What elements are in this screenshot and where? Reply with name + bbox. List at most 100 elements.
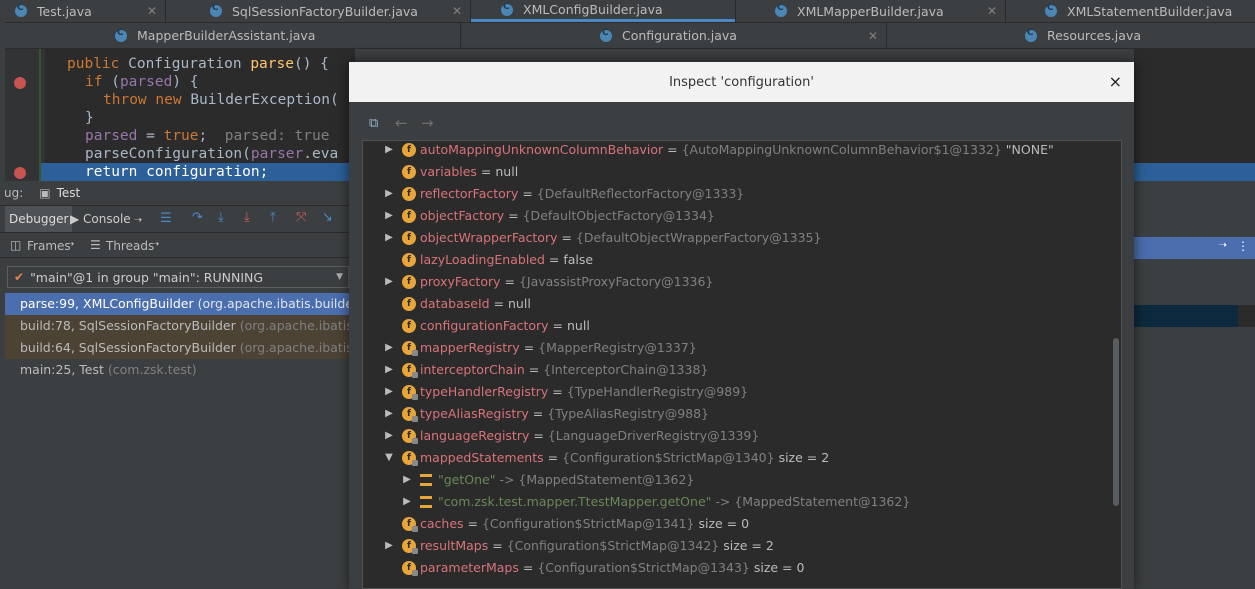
map-entry-icon bbox=[420, 474, 432, 486]
tree-row[interactable]: ▶ f objectFactory = {DefaultObjectFactory@… bbox=[363, 205, 1121, 227]
drop-frame-icon[interactable]: ⤧ bbox=[296, 210, 306, 225]
variables-tree[interactable]: ▶ f autoMappingUnknownColumnBehavior = {Au… bbox=[362, 140, 1122, 589]
tree-row[interactable]: ▶ f autoMappingUnknownColumnBehavior = {Au… bbox=[363, 141, 1121, 161]
tab-test-java[interactable]: Test.java✕ bbox=[5, 0, 165, 22]
tab-debugger[interactable]: Debugger bbox=[5, 206, 73, 232]
check-icon: ✔ bbox=[14, 270, 25, 284]
tree-row[interactable]: f configurationFactory = null bbox=[363, 315, 1121, 337]
variable-value: false bbox=[563, 252, 594, 267]
final-field-icon: f bbox=[402, 561, 418, 576]
expand-arrow-icon[interactable]: ▶ bbox=[401, 491, 413, 513]
variable-name: mapperRegistry bbox=[420, 340, 520, 355]
tree-row[interactable]: ▶ f reflectorFactory = {DefaultReflectorFa… bbox=[363, 183, 1121, 205]
close-tab-icon[interactable]: ✕ bbox=[147, 4, 157, 18]
variable-name: autoMappingUnknownColumnBehavior bbox=[420, 142, 664, 157]
scrollbar[interactable] bbox=[1113, 338, 1119, 506]
step-into-icon[interactable]: ⤓ bbox=[218, 210, 224, 225]
tab-xmlstatementbuilder-java[interactable]: XMLStatementBuilder.java bbox=[1035, 0, 1255, 22]
show-execution-point-icon[interactable]: ☰ bbox=[160, 211, 172, 226]
tree-row[interactable]: f variables = null bbox=[363, 161, 1121, 183]
frame-item[interactable]: build:78, SqlSessionFactoryBuilder (org.… bbox=[5, 315, 355, 337]
variable-value: null bbox=[495, 164, 519, 179]
expand-arrow-icon[interactable]: ▶ bbox=[383, 183, 395, 205]
run-config-tab[interactable]: Test bbox=[57, 186, 81, 200]
tab-xmlmapperbuilder-java[interactable]: XMLMapperBuilder.java✕ bbox=[765, 0, 1005, 22]
close-tab-icon[interactable]: ✕ bbox=[868, 29, 878, 43]
tab-frames[interactable]: Frames bbox=[27, 239, 71, 253]
tree-row[interactable]: ▶ f proxyFactory = {JavassistProxyFactory@… bbox=[363, 271, 1121, 293]
expand-arrow-icon[interactable]: ▶ bbox=[383, 403, 395, 425]
field-icon: f bbox=[402, 231, 416, 245]
force-step-into-icon[interactable]: ⤓ bbox=[244, 210, 250, 225]
tab-xmlconfigbuilder-java[interactable]: XMLConfigBuilder.java bbox=[471, 0, 735, 22]
expand-arrow-icon[interactable]: ▶ bbox=[383, 205, 395, 227]
selected-variable-row[interactable] bbox=[1134, 305, 1238, 327]
tab-mapperbuilderassistant-java[interactable]: MapperBuilderAssistant.java bbox=[105, 23, 460, 48]
class-icon bbox=[600, 28, 612, 42]
tab-sqlsessionfactorybuilder-java[interactable]: SqlSessionFactoryBuilder.java✕ bbox=[200, 0, 470, 22]
expand-arrow-icon[interactable]: ▶ bbox=[383, 227, 395, 249]
tree-row[interactable]: ▶ f typeHandlerRegistry = {TypeHandlerRegi… bbox=[363, 381, 1121, 403]
tree-row[interactable]: ▶ f mapperRegistry = {MapperRegistry@1337} bbox=[363, 337, 1121, 359]
run-to-cursor-icon[interactable]: ↘ bbox=[322, 210, 333, 225]
expand-arrow-icon[interactable]: ▶ bbox=[383, 359, 395, 381]
tab-configuration-java[interactable]: Configuration.java✕ bbox=[590, 23, 886, 48]
inspect-dialog: Inspect 'configuration' × ⧉ ← → ▶ f autoMa… bbox=[349, 62, 1134, 589]
variable-reference: {Configuration$StrictMap@1343} bbox=[537, 560, 750, 575]
inspect-icon[interactable]: ⧉ bbox=[369, 116, 378, 131]
frame-item[interactable]: parse:99, XMLConfigBuilder (org.apache.i… bbox=[5, 293, 355, 315]
tree-row[interactable]: ▶ f languageRegistry = {LanguageDriverRegi… bbox=[363, 425, 1121, 447]
expand-arrow-icon[interactable]: ▶ bbox=[383, 271, 395, 293]
close-icon[interactable]: × bbox=[1109, 72, 1122, 91]
frame-item[interactable]: main:25, Test (com.zsk.test) bbox=[5, 359, 355, 381]
tree-row[interactable]: f databaseId = null bbox=[363, 293, 1121, 315]
collapse-arrow-icon[interactable]: ▼ bbox=[383, 447, 395, 469]
variable-value: null bbox=[567, 318, 590, 333]
variable-reference: {MapperRegistry@1337} bbox=[538, 340, 697, 355]
variable-name: mappedStatements bbox=[420, 450, 544, 465]
debug-tool-window-header: ug: ▣ Test bbox=[0, 181, 355, 206]
tree-row[interactable]: ▶ f interceptorChain = {InterceptorChain@1… bbox=[363, 359, 1121, 381]
close-tab-icon[interactable]: ✕ bbox=[987, 4, 997, 18]
tree-row[interactable]: ▶ "com.zsk.test.mapper.TtestMapper.getOne… bbox=[363, 491, 1121, 513]
variable-name: parameterMaps bbox=[420, 560, 519, 575]
class-icon bbox=[210, 3, 222, 17]
forward-icon[interactable]: → bbox=[421, 114, 434, 132]
expand-arrow-icon[interactable]: ▶ bbox=[383, 381, 395, 403]
tree-row[interactable]: ▶ f objectWrapperFactory = {DefaultObjectW… bbox=[363, 227, 1121, 249]
close-tab-icon[interactable]: ✕ bbox=[452, 4, 462, 18]
variable-name: proxyFactory bbox=[420, 274, 501, 289]
tree-row[interactable]: ▼ f mappedStatements = {Configuration$Stri… bbox=[363, 447, 1121, 469]
back-icon[interactable]: ← bbox=[395, 114, 408, 132]
expand-arrow-icon[interactable]: ▶ bbox=[383, 535, 395, 557]
tree-row[interactable]: ▶ f resultMaps = {Configuration$StrictMap@… bbox=[363, 535, 1121, 557]
tab-resources-java[interactable]: Resources.java bbox=[1015, 23, 1255, 48]
expand-arrow-icon[interactable]: ▶ bbox=[401, 469, 413, 491]
tree-row[interactable]: ▶ f typeAliasRegistry = {TypeAliasRegistry… bbox=[363, 403, 1121, 425]
tab-threads[interactable]: Threads bbox=[106, 239, 154, 253]
tree-row[interactable]: f parameterMaps = {Configuration$StrictMa… bbox=[363, 557, 1121, 579]
final-field-icon: f bbox=[402, 341, 418, 356]
thread-selector[interactable]: ✔ "main"@1 in group "main": RUNNING ▼ bbox=[7, 266, 349, 288]
step-out-icon[interactable]: ⤒ bbox=[270, 210, 276, 225]
step-over-icon[interactable]: ↷ bbox=[192, 210, 203, 225]
tree-row[interactable]: f caches = {Configuration$StrictMap@1341}… bbox=[363, 513, 1121, 535]
expand-arrow-icon[interactable]: ▶ bbox=[383, 337, 395, 359]
field-icon: f bbox=[402, 187, 416, 201]
breakpoint-icon[interactable] bbox=[14, 167, 26, 179]
variable-name: "getOne" bbox=[438, 472, 496, 487]
tree-row[interactable]: ▶ "getOne" -> {MappedStatement@1362} bbox=[363, 469, 1121, 491]
code-line: public Configuration parse() { bbox=[67, 56, 329, 72]
variable-name: objectWrapperFactory bbox=[420, 230, 558, 245]
frame-item[interactable]: build:64, SqlSessionFactoryBuilder (org.… bbox=[5, 337, 355, 359]
class-icon bbox=[115, 28, 127, 42]
tab-console[interactable]: ▶ Console ➝ bbox=[70, 206, 142, 232]
class-icon bbox=[1025, 28, 1037, 42]
expand-arrow-icon[interactable]: ▶ bbox=[383, 425, 395, 447]
tree-row[interactable]: f lazyLoadingEnabled = false bbox=[363, 249, 1121, 271]
breakpoint-icon[interactable] bbox=[14, 77, 26, 89]
settings-icon[interactable]: ⋮ bbox=[1237, 239, 1249, 253]
expand-arrow-icon[interactable]: ▶ bbox=[383, 141, 395, 161]
code-editor[interactable]: public Configuration parse() { if (parse… bbox=[5, 49, 355, 181]
final-field-icon: f bbox=[402, 451, 418, 466]
